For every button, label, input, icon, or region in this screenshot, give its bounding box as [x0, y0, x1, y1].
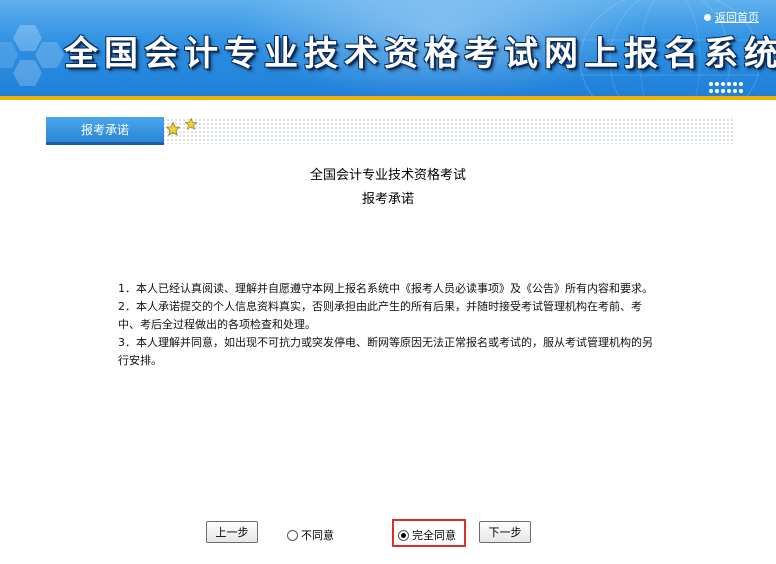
header-banner: 全国会计专业技术资格考试网上报名系统 返回首页: [0, 0, 776, 100]
next-button[interactable]: 下一步: [479, 521, 531, 543]
disagree-radio[interactable]: [287, 529, 298, 541]
banner-accent-bar: [0, 96, 776, 100]
tab-label: 报考承诺: [80, 123, 129, 137]
home-link[interactable]: 返回首页: [704, 9, 759, 25]
disagree-label: 不同意: [301, 529, 334, 542]
tab-registration-pledge[interactable]: 报考承诺: [46, 117, 164, 145]
agree-label: 完全同意: [412, 529, 456, 542]
site-title: 全国会计专业技术资格考试网上报名系统: [64, 34, 776, 74]
agree-option[interactable]: 完全同意: [398, 527, 456, 543]
star-icon: [185, 118, 197, 130]
term-item: 1．本人已经认真阅读、理解并自愿遵守本网上报名系统中《报考人员必读事项》及《公告…: [118, 282, 653, 295]
page-title: 全国会计专业技术资格考试: [309, 168, 466, 183]
term-item: 2．本人承诺提交的个人信息资料真实，否则承担由此产生的所有后果，并随时接受考试管…: [118, 300, 642, 331]
term-item: 3．本人理解并同意，如出现不可抗力或突发停电、断网等原因无法正常报名或考试的，服…: [118, 336, 653, 367]
home-link-label: 返回首页: [715, 11, 759, 24]
bullet-icon: [704, 13, 711, 21]
page-subtitle: 报考承诺: [361, 192, 414, 207]
dots-decoration: [709, 82, 743, 93]
agree-radio[interactable]: [398, 529, 409, 541]
terms-text: 1．本人已经认真阅读、理解并自愿遵守本网上报名系统中《报考人员必读事项》及《公告…: [118, 280, 658, 370]
star-icon: [166, 122, 180, 136]
disagree-option[interactable]: 不同意: [287, 527, 334, 543]
prev-button[interactable]: 上一步: [206, 521, 258, 543]
